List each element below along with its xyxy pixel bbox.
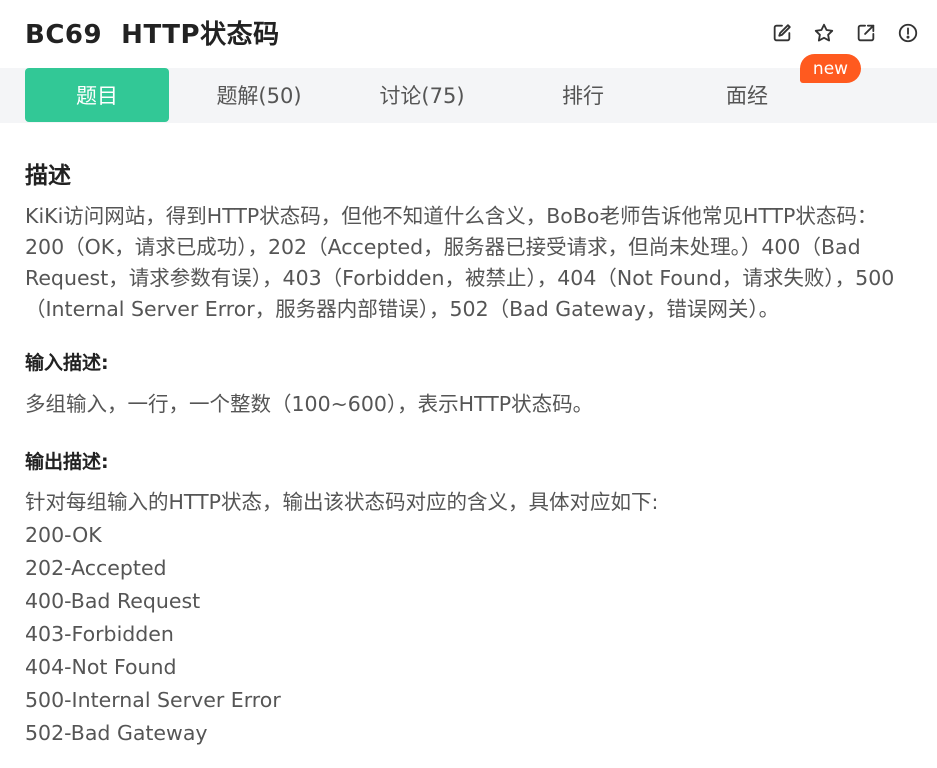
info-icon (898, 23, 918, 43)
description-text: KiKi访问网站，得到HTTP状态码，但他不知道什么含义，BoBo老师告诉他常见… (25, 204, 895, 321)
share-icon (857, 24, 875, 42)
problem-content: 描述 KiKi访问网站，得到HTTP状态码，但他不知道什么含义，BoBo老师告诉… (25, 150, 915, 750)
tab-discussion[interactable]: 讨论(75) (350, 68, 494, 122)
output-intro: 针对每组输入的HTTP状态，输出该状态码对应的含义，具体对应如下: (25, 490, 659, 514)
tab-solutions[interactable]: 题解(50) (187, 68, 331, 122)
list-item: 500-Internal Server Error (25, 688, 281, 712)
toolbar (761, 20, 929, 46)
list-item: 400-Bad Request (25, 589, 201, 613)
header: BC69 HTTP状态码 (0, 0, 937, 68)
star-icon (814, 23, 834, 42)
list-item: 202-Accepted (25, 556, 167, 580)
favorite-button[interactable] (803, 20, 845, 46)
tab-ranking[interactable]: 排行 (511, 68, 655, 122)
page-title: BC69 HTTP状态码 (25, 20, 280, 50)
list-item: 502-Bad Gateway (25, 721, 208, 745)
edit-icon (773, 24, 791, 42)
list-item: 404-Not Found (25, 655, 177, 679)
input-heading: 输入描述: (25, 352, 109, 374)
share-button[interactable] (845, 20, 887, 46)
output-list: 200-OK 202-Accepted 400-Bad Request 403-… (25, 519, 915, 750)
edit-button[interactable] (761, 20, 803, 46)
list-item: 403-Forbidden (25, 622, 174, 646)
new-badge: new (800, 54, 861, 83)
tab-problem[interactable]: 题目 (25, 68, 169, 122)
report-button[interactable] (887, 20, 929, 46)
tab-bar: 题目 题解(50) 讨论(75) 排行 面经 new (0, 54, 937, 123)
list-item: 200-OK (25, 523, 102, 547)
tab-interview[interactable]: 面经 (675, 68, 819, 122)
description-heading: 描述 (25, 163, 71, 189)
input-text: 多组输入，一行，一个整数（100~600），表示HTTP状态码。 (25, 392, 594, 416)
output-heading: 输出描述: (25, 451, 109, 473)
